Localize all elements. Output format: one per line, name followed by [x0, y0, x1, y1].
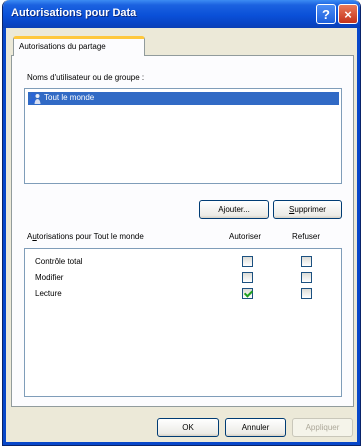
cancel-button[interactable]: Annuler: [225, 418, 286, 437]
window-title: Autorisations pour Data: [11, 7, 137, 19]
tab-share-permissions[interactable]: Autorisations du partage: [13, 36, 145, 56]
permissions-for-label: Autorisations pour Tout le monde: [27, 232, 144, 241]
help-button[interactable]: ?: [316, 4, 336, 24]
permission-name: Lecture: [35, 289, 62, 298]
user-label: Tout le monde: [44, 93, 95, 102]
permission-row-read: Lecture: [25, 288, 341, 302]
close-icon: ×: [344, 6, 352, 22]
allow-full-control-checkbox[interactable]: [242, 256, 253, 267]
permission-row-modify: Modifier: [25, 272, 341, 286]
help-icon: ?: [322, 6, 330, 22]
title-bar: Autorisations pour Data ? ×: [3, 0, 360, 28]
ok-button[interactable]: OK: [157, 418, 219, 437]
deny-column-header: Refuser: [292, 232, 321, 241]
users-list[interactable]: Tout le monde: [24, 88, 342, 184]
permission-name: Contrôle total: [35, 257, 83, 266]
allow-read-checkbox[interactable]: [242, 288, 253, 299]
tab-label: Autorisations du partage: [19, 42, 106, 51]
remove-button[interactable]: Supprimer: [273, 200, 342, 219]
permissions-dialog: Autorisations pour Data ? × Autorisation…: [2, 0, 361, 446]
list-item[interactable]: Tout le monde: [28, 92, 339, 105]
add-button[interactable]: Ajouter...: [199, 200, 269, 219]
permission-row-full-control: Contrôle total: [25, 256, 341, 270]
users-group-label: Noms d'utilisateur ou de groupe :: [27, 73, 145, 82]
users-group-icon: [29, 92, 41, 104]
window-frame-right: [357, 28, 360, 445]
apply-button[interactable]: Appliquer: [292, 418, 353, 437]
allow-column-header: Autoriser: [229, 232, 262, 241]
permissions-table: Contrôle total Modifier Lecture: [24, 248, 342, 397]
window-frame-left: [3, 28, 6, 445]
deny-read-checkbox[interactable]: [301, 288, 312, 299]
deny-full-control-checkbox[interactable]: [301, 256, 312, 267]
allow-modify-checkbox[interactable]: [242, 272, 253, 283]
close-button[interactable]: ×: [338, 4, 358, 24]
permission-name: Modifier: [35, 273, 64, 282]
window-frame-bottom: [3, 442, 360, 445]
deny-modify-checkbox[interactable]: [301, 272, 312, 283]
